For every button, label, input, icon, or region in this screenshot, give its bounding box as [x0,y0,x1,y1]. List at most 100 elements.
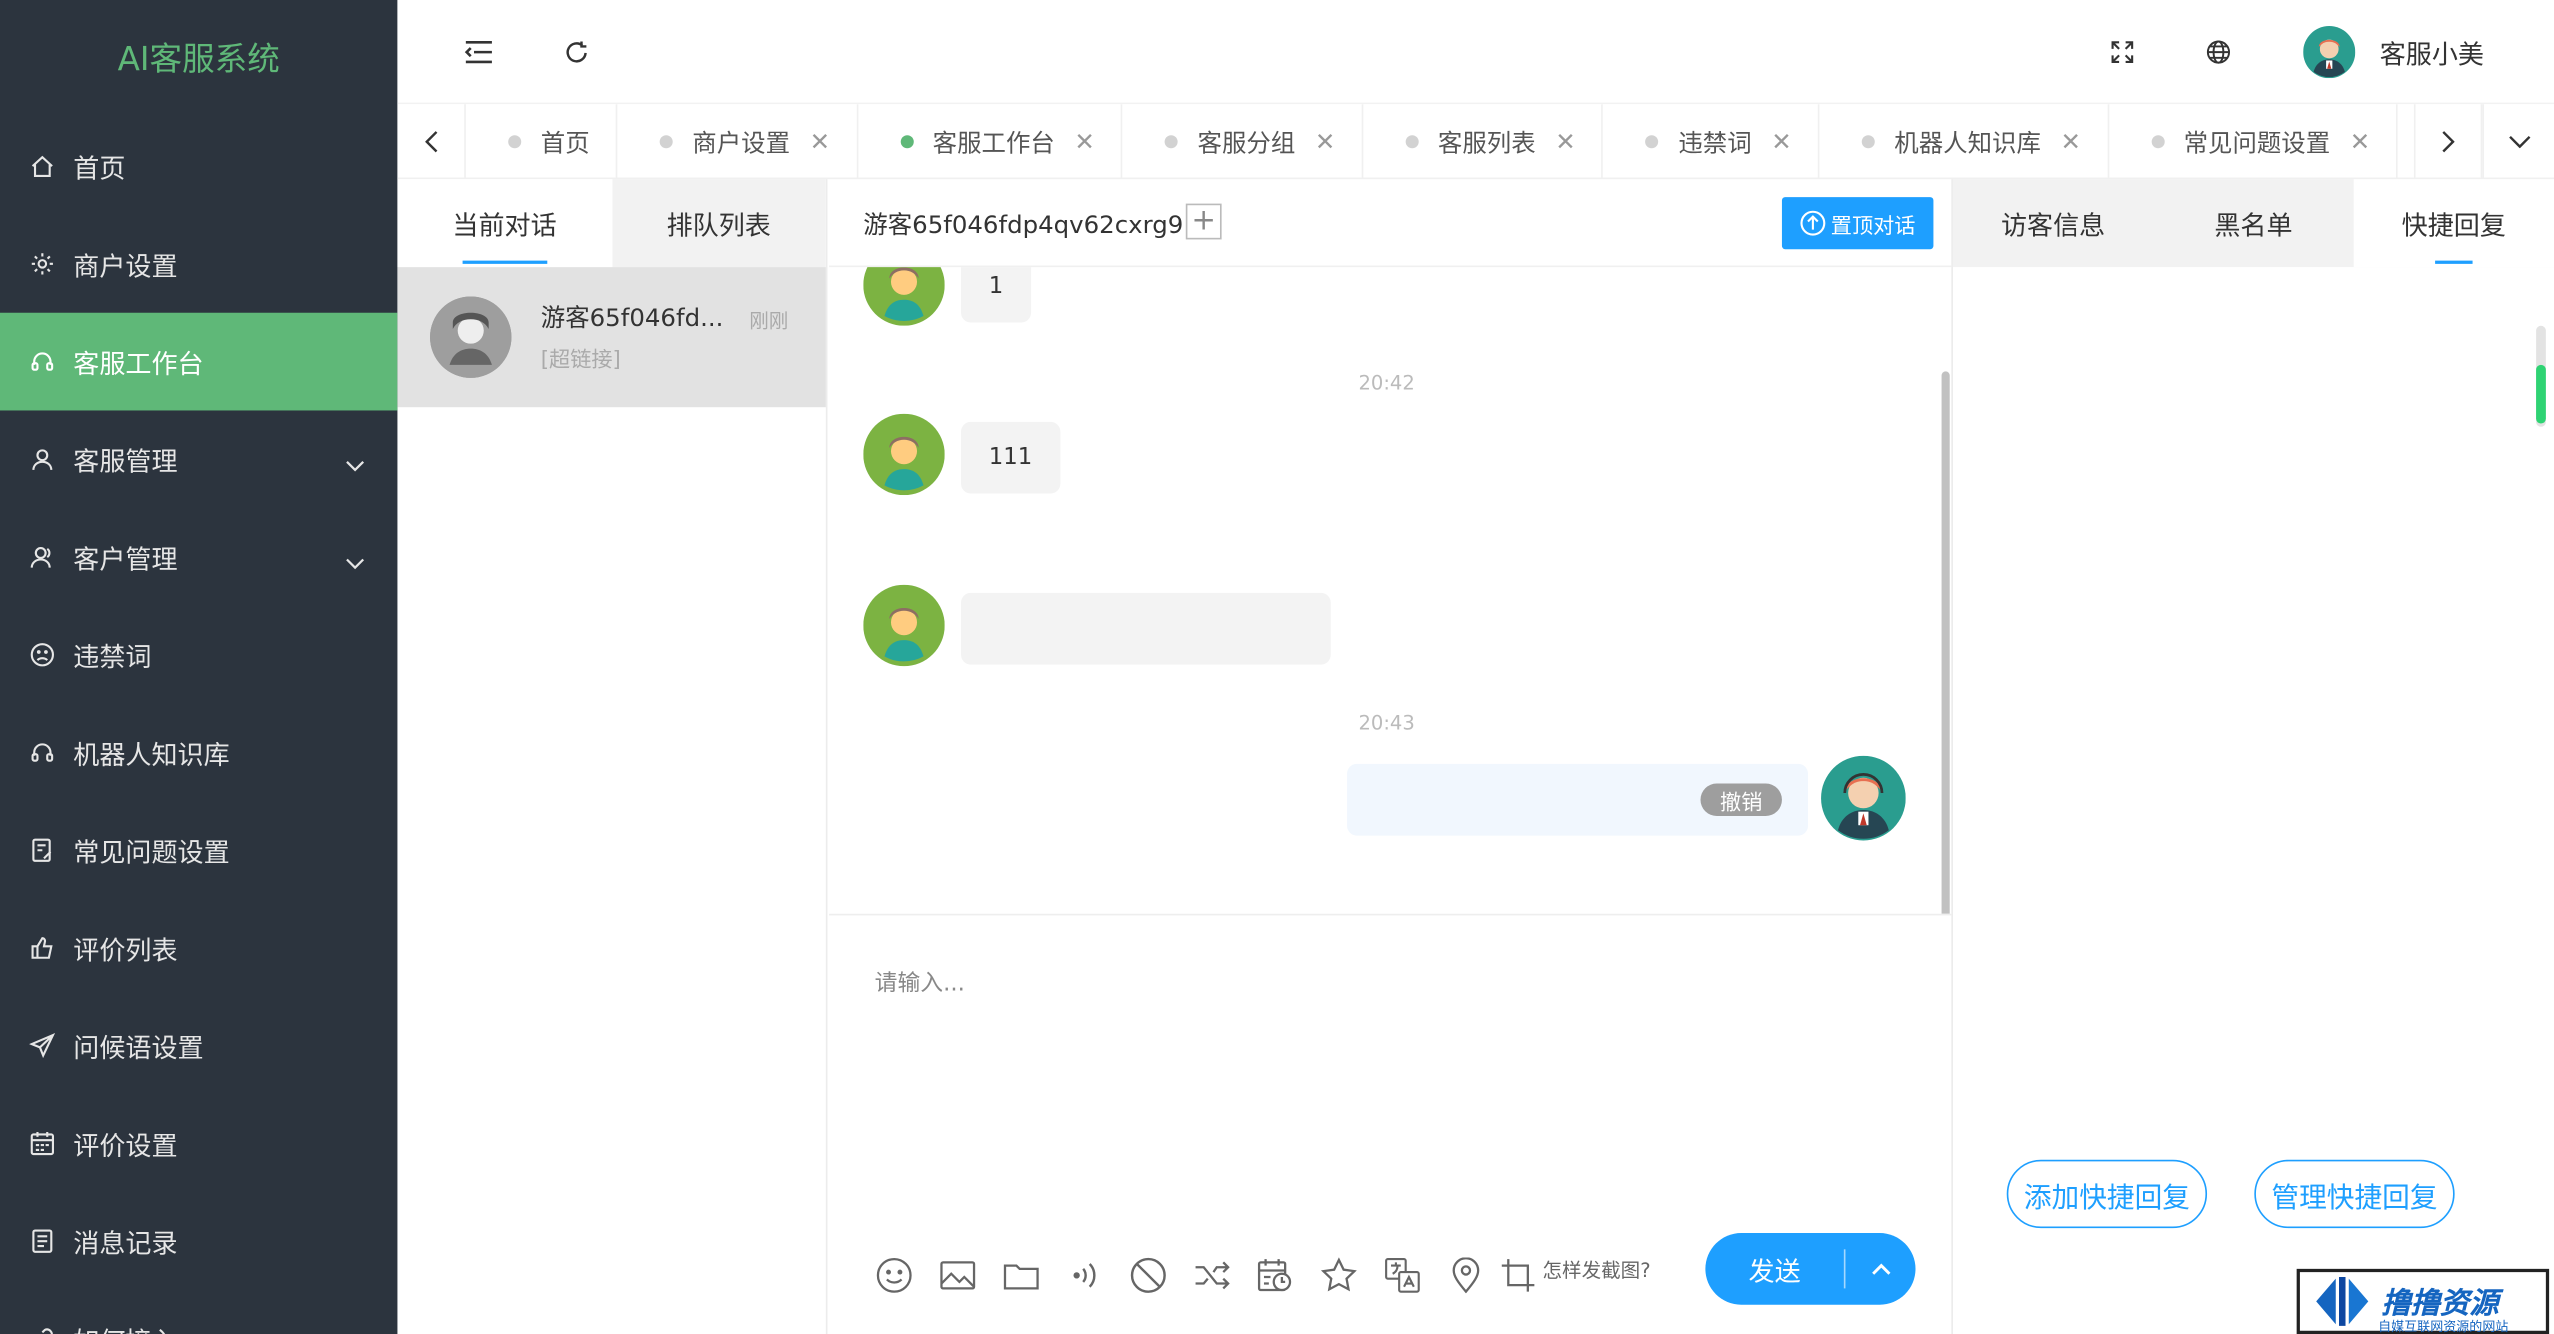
top-header: 客服小美 [397,0,2554,105]
tab-visitor-info[interactable]: 访客信息 [1953,179,2153,267]
sidebar-item-home[interactable]: 首页 [0,117,397,215]
sidebar-item-workbench[interactable]: 客服工作台 [0,312,398,411]
conversation-name: 游客65f046fd... [540,302,724,333]
send-label: 发送 [1748,1255,1801,1287]
close-icon[interactable]: ✕ [1771,127,1791,156]
translate-icon[interactable] [1370,1251,1434,1300]
tab-dot [1164,135,1178,149]
close-icon[interactable]: ✕ [1315,127,1335,156]
tab-workbench[interactable]: 客服工作台 ✕ [858,104,1123,180]
sidebar-item-banned-words[interactable]: 违禁词 [0,606,397,704]
tab-agent-list[interactable]: 客服列表 ✕ [1363,104,1604,180]
message-bubble-link[interactable] [961,592,1331,665]
robot-headset-icon [29,739,55,765]
sidebar-item-customer-management[interactable]: 客户管理 [0,508,397,606]
menu-toggle-icon[interactable] [459,33,498,72]
sidebar-item-label: 客户管理 [73,544,178,575]
tab-queue-list[interactable]: 排队列表 [611,179,826,268]
history-icon[interactable] [1243,1251,1307,1300]
language-globe-icon[interactable] [2199,33,2238,72]
tab-merchant-settings[interactable]: 商户设置 ✕ [617,104,858,180]
sidebar-item-greeting-settings[interactable]: 问候语设置 [0,997,397,1095]
manage-quick-reply-button[interactable]: 管理快捷回复 [2254,1159,2455,1229]
fullscreen-icon[interactable] [2103,33,2142,72]
close-icon[interactable]: ✕ [2060,127,2080,156]
tab-label: 客服列表 [1437,127,1536,158]
message-input-area[interactable]: 请输入... 怎样发截图? 发送 [829,913,1952,1334]
transfer-icon[interactable] [1179,1251,1243,1300]
folder-icon[interactable] [989,1251,1053,1300]
tab-label: 客服分组 [1197,127,1296,158]
tab-dot [1861,135,1875,149]
add-quick-reply-button[interactable]: 添加快捷回复 [2006,1159,2208,1229]
right-panel-tabs: 访客信息 黑名单 快捷回复 [1952,179,2554,268]
tab-home[interactable]: 首页 [466,104,618,180]
right-panel-scroll-thumb[interactable] [2536,364,2546,424]
chat-scrollbar[interactable] [1941,371,1950,914]
tab-blacklist[interactable]: 黑名单 [2153,179,2353,267]
send-button[interactable]: 发送 [1705,1233,1916,1305]
tab-dropdown-icon[interactable] [2482,104,2554,180]
tab-dot [508,135,522,149]
add-icon[interactable]: + [1185,203,1222,240]
star-icon[interactable] [1306,1251,1370,1300]
image-icon[interactable] [925,1251,989,1300]
screenshot-help-link[interactable]: 怎样发截图? [1543,1255,1651,1283]
tab-dot [659,135,673,149]
edit-doc-icon [29,837,55,863]
crop-icon[interactable] [1497,1251,1539,1300]
conversation-item[interactable]: 游客65f046fd... 刚刚 [超链接] [397,267,826,408]
sidebar-item-faq-settings[interactable]: 常见问题设置 [0,801,397,899]
sidebar-item-label: 首页 [73,153,126,185]
calendar-icon [29,1130,55,1156]
tab-quick-replies[interactable]: 快捷回复 [2353,179,2554,268]
close-icon[interactable]: ✕ [1555,127,1575,156]
tab-next-icon[interactable] [2413,104,2483,180]
avatar[interactable] [2303,26,2356,79]
recall-button[interactable]: 撤销 [1700,783,1782,817]
tab-banned-words[interactable]: 违禁词 ✕ [1603,104,1820,180]
tab-agent-groups[interactable]: 客服分组 ✕ [1123,104,1363,180]
sidebar-item-label: 违禁词 [73,641,152,673]
chevron-down-icon [345,546,365,577]
current-username[interactable]: 客服小美 [2380,33,2484,72]
sidebar-item-message-records[interactable]: 消息记录 [0,1192,397,1290]
tab-current-conversations[interactable]: 当前对话 [397,179,612,268]
tab-data[interactable]: 数 [2398,104,2414,179]
users-icon [29,544,55,570]
close-icon[interactable]: ✕ [2350,127,2370,156]
message-input[interactable]: 请输入... [875,966,965,999]
message-list: 1 20:42 111 20:43 撤销 [829,267,1951,914]
voice-icon[interactable] [1052,1251,1116,1300]
pin-up-icon [1800,210,1826,236]
chevron-down-icon [345,448,365,479]
tab-robot-knowledge[interactable]: 机器人知识库 ✕ [1819,104,2109,180]
sidebar-item-robot-knowledge[interactable]: 机器人知识库 [0,704,397,802]
list-icon [29,1228,55,1254]
chat-toolbar: 怎样发截图? [862,1251,1651,1300]
visitor-avatar [430,296,512,378]
message-bubble: 111 [961,421,1060,494]
chat-title: 游客65f046fdp4qv62cxrg9 [863,210,1184,240]
refresh-icon[interactable] [557,33,596,72]
sidebar-item-review-list[interactable]: 评价列表 [0,899,397,997]
close-icon[interactable]: ✕ [810,127,830,156]
message-timestamp: 20:42 [1358,371,1415,395]
conversation-time: 刚刚 [749,309,789,333]
chevron-up-icon[interactable] [1845,1262,1915,1275]
tab-prev-icon[interactable] [397,104,466,180]
tab-label: 商户设置 [692,127,791,158]
block-icon[interactable] [1116,1251,1180,1300]
location-icon[interactable] [1433,1251,1497,1300]
sidebar-item-how-to-integrate[interactable]: 如何接入 [0,1290,397,1334]
visitor-avatar [863,584,945,667]
headset-icon [29,349,55,375]
app-logo: AI客服系统 [117,39,280,79]
close-icon[interactable]: ✕ [1074,127,1094,156]
emoji-icon[interactable] [862,1251,926,1300]
tab-faq-settings[interactable]: 常见问题设置 ✕ [2109,104,2398,180]
sidebar-item-merchant-settings[interactable]: 商户设置 [0,215,397,313]
pin-conversation-button[interactable]: 置顶对话 [1781,197,1934,250]
sidebar-item-agent-management[interactable]: 客服管理 [0,410,397,508]
sidebar-item-review-settings[interactable]: 评价设置 [0,1095,397,1193]
